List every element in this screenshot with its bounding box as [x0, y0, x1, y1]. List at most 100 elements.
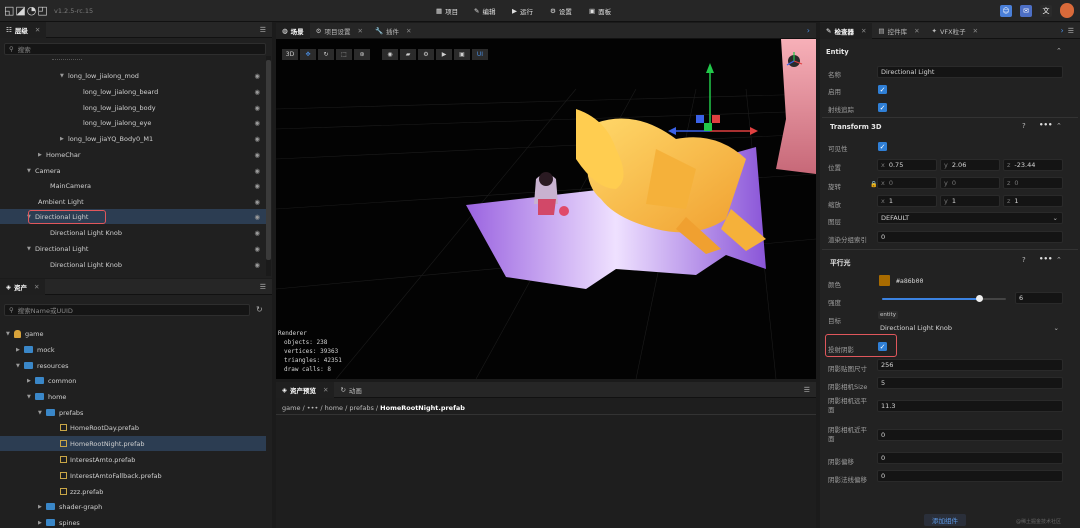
scrollbar[interactable] — [266, 56, 271, 276]
close-icon[interactable]: ✕ — [973, 27, 978, 35]
expand-icon[interactable]: ▼ — [60, 73, 68, 79]
add-component-button[interactable]: 添加组件 — [924, 514, 966, 526]
image-icon[interactable]: ▣ — [454, 49, 470, 60]
more-icon[interactable]: ••• — [1039, 255, 1052, 263]
expand-icon[interactable]: ▶ — [16, 347, 24, 353]
rotation-x-field[interactable]: x0 — [877, 177, 937, 189]
tree-item[interactable]: ▼ long_low_jialong_mod ◉ — [0, 68, 266, 83]
raycast-checkbox[interactable]: ✓ — [878, 103, 887, 112]
tree-item[interactable]: InterestAmto.prefab — [0, 452, 266, 467]
crumb[interactable]: home — [325, 404, 343, 412]
eye-icon[interactable]: ◉ — [254, 245, 260, 253]
chevron-right-icon[interactable]: › — [1061, 26, 1064, 35]
position-z-field[interactable]: z -23.44 — [1003, 159, 1063, 171]
close-icon[interactable]: ✕ — [323, 386, 328, 394]
tree-item[interactable]: ▶ long_low_jiaYQ_Body0_M1 ◉ — [0, 131, 266, 146]
menu-project[interactable]: ▦ 项目 — [436, 5, 458, 17]
expand-icon[interactable]: ▼ — [16, 363, 24, 369]
eye-icon[interactable]: ◉ — [254, 167, 260, 175]
tab-plugins[interactable]: 🔧 插件 ✕ — [369, 23, 418, 39]
tree-item[interactable]: ▼ Directional Light ◉ — [0, 241, 266, 256]
close-icon[interactable]: ✕ — [35, 26, 40, 34]
translate-icon[interactable]: 文 — [1040, 5, 1052, 17]
menu-edit[interactable]: ✎ 编辑 — [474, 5, 495, 17]
close-icon[interactable]: ✕ — [914, 27, 919, 35]
tree-item[interactable]: ▼ home — [0, 389, 266, 404]
tab-widget-library[interactable]: ▤ 控件库 ✕ — [872, 23, 925, 39]
hierarchy-search[interactable]: ⚲ 搜索 — [4, 43, 266, 55]
layer-select[interactable]: DEFAULT ⌄ — [877, 212, 1063, 224]
enable-checkbox[interactable]: ✓ — [878, 85, 887, 94]
expand-icon[interactable]: ▼ — [27, 246, 35, 252]
shadow-cam-far-field[interactable]: 11.3 — [877, 400, 1063, 412]
tree-item[interactable]: ▼ Camera ◉ — [0, 163, 266, 178]
move-tool-icon[interactable]: ✥ — [300, 49, 316, 60]
tree-item[interactable]: ▶ spines — [0, 515, 266, 528]
tree-item[interactable]: long_low_jialong_body ◉ — [0, 100, 266, 115]
tab-inspector[interactable]: ✎ 检查器 ✕ — [820, 22, 873, 39]
expand-icon[interactable]: ▶ — [60, 136, 68, 142]
eye-icon[interactable]: ◉ — [382, 49, 398, 60]
target-select[interactable]: Directional Light Knob ⌄ — [877, 322, 1063, 334]
tree-item[interactable]: MainCamera ◉ — [0, 178, 266, 193]
expand-icon[interactable]: ▶ — [38, 152, 46, 158]
rect-tool-icon[interactable]: ⊛ — [354, 49, 370, 60]
tab-hierarchy[interactable]: ☷ 层级 ✕ — [0, 21, 47, 38]
tab-animation[interactable]: ↻ 动画 — [334, 382, 367, 398]
scale-z-field[interactable]: z1 — [1003, 195, 1063, 207]
crumb[interactable]: prefabs — [349, 404, 373, 412]
tree-item-selected[interactable]: HomeRootNight.prefab — [0, 436, 266, 451]
shadow-cam-near-field[interactable]: 0 — [877, 429, 1063, 441]
help-icon[interactable]: ? — [1022, 122, 1026, 130]
expand-icon[interactable]: ▼ — [27, 168, 35, 174]
eye-icon[interactable]: ◉ — [254, 198, 260, 206]
tree-item[interactable]: ▶ shader-graph — [0, 499, 266, 514]
expand-icon[interactable]: ▶ — [27, 378, 35, 384]
shadow-normal-bias-field[interactable]: 0 — [877, 470, 1063, 482]
tree-item[interactable]: ▼ game — [0, 326, 266, 341]
menu-icon[interactable]: ☰ — [260, 26, 266, 34]
rotate-tool-icon[interactable]: ↻ — [318, 49, 334, 60]
crumb[interactable]: game — [282, 404, 300, 412]
position-y-field[interactable]: y 2.06 — [940, 159, 1000, 171]
menu-icon[interactable]: ☰ — [804, 386, 810, 394]
shadow-map-field[interactable]: 256 — [877, 359, 1063, 371]
slider-thumb[interactable] — [975, 295, 983, 302]
eye-icon[interactable]: ◉ — [254, 104, 260, 112]
scale-x-field[interactable]: x1 — [877, 195, 937, 207]
tree-item[interactable]: ▶ common — [0, 373, 266, 388]
assets-search[interactable]: ⚲ 搜索Name或UUID — [4, 304, 250, 316]
tree-item[interactable]: long_low_jialong_eye ◉ — [0, 115, 266, 130]
eye-icon[interactable]: ◉ — [254, 88, 260, 96]
tab-scene[interactable]: ◍ 场景 — [276, 22, 310, 39]
refresh-icon[interactable]: ↻ — [256, 305, 263, 314]
collapse-icon[interactable]: ⌃ — [1056, 256, 1062, 264]
shadow-cam-size-field[interactable]: 5 — [877, 377, 1063, 389]
more-icon[interactable]: ••• — [1039, 121, 1052, 129]
intensity-field[interactable]: 6 — [1015, 292, 1063, 304]
close-icon[interactable]: ✕ — [406, 27, 411, 35]
tree-item[interactable]: ▶ mock — [0, 342, 266, 357]
tree-item[interactable]: Directional Light Knob ◉ — [0, 257, 266, 272]
tree-item[interactable]: HomeRootDay.prefab — [0, 420, 266, 435]
tree-item[interactable]: long_low_jialong_beard ◉ — [0, 84, 266, 99]
menu-run[interactable]: ▶ 运行 — [512, 5, 533, 17]
chevron-right-icon[interactable]: › — [807, 26, 810, 35]
render-order-field[interactable]: 0 — [877, 231, 1063, 243]
collapse-icon[interactable]: ⌃ — [1056, 122, 1062, 130]
scale-y-field[interactable]: y1 — [940, 195, 1000, 207]
avatar[interactable] — [1060, 3, 1074, 18]
color-swatch[interactable] — [879, 275, 890, 286]
expand-icon[interactable]: ▼ — [27, 394, 35, 400]
expand-icon[interactable]: ▶ — [38, 520, 46, 526]
tree-item[interactable]: Ambient Light ◉ — [0, 194, 266, 209]
tree-item[interactable]: InterestAmtoFallback.prefab — [0, 468, 266, 483]
eye-icon[interactable]: ◉ — [254, 261, 260, 269]
rotation-y-field[interactable]: y0 — [940, 177, 1000, 189]
tab-asset-preview[interactable]: ◈ 资产预览 ✕ — [276, 381, 335, 398]
crumb[interactable]: ••• — [307, 404, 319, 412]
position-x-field[interactable]: x 0.75 — [877, 159, 937, 171]
expand-icon[interactable]: ▼ — [6, 331, 14, 337]
shadow-bias-field[interactable]: 0 — [877, 452, 1063, 464]
collapse-icon[interactable]: ⌃ — [1056, 47, 1062, 55]
